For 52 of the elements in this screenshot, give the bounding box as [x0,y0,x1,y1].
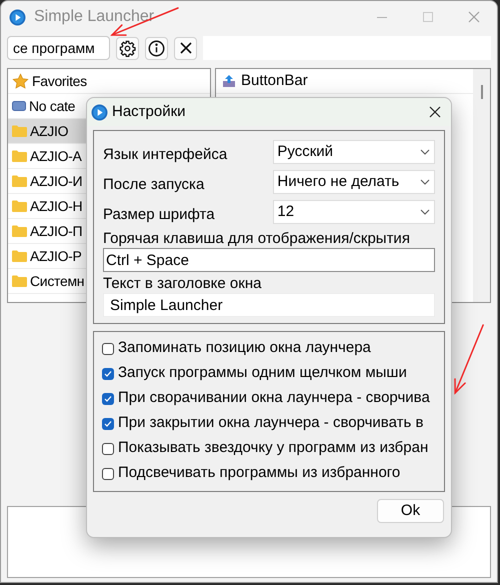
text-field[interactable]: Ctrl + Space [103,248,435,272]
settings-button[interactable] [116,36,139,60]
field-label: Горячая клавиша для отображения/скрытия [103,230,411,248]
ok-button[interactable]: Ok [377,499,444,523]
scrollbar[interactable] [473,69,490,302]
program-item[interactable]: ButtonBar [216,69,473,94]
category-item[interactable]: Favorites [8,69,210,94]
checkbox[interactable] [102,392,114,404]
folder-icon [12,200,27,212]
text-field[interactable]: Simple Launcher [103,293,435,317]
dialog-title: Настройки [112,102,186,122]
chevron-icon [420,209,430,215]
checkbox[interactable] [102,342,114,354]
checkbox-label: При закрытии окна лаунчера - сворчивать в [118,413,424,434]
setting-label: Размер шрифта [103,204,216,225]
folder-icon [12,275,27,287]
checkbox-label: Запоминать позицию окна лаунчера [118,338,371,358]
close-icon [180,42,192,54]
checkbox[interactable] [102,418,114,430]
setting-label: После запуска [103,174,206,195]
folder-icon [12,250,27,262]
checkbox[interactable] [102,368,114,380]
checkbox-label: Запуск программы одним щелчком мыши [118,363,407,384]
dropdown[interactable]: Русский [273,140,435,164]
field-label: Текст в заголовке окна [103,275,262,293]
star-icon [12,72,29,90]
checkbox[interactable] [102,442,114,454]
window-title: Simple Launcher [34,7,154,27]
folder-icon [12,150,27,162]
annotation-arrow [454,324,484,395]
settings-icon [119,40,136,56]
close-icon[interactable] [429,106,441,118]
play-logo-icon [9,8,26,26]
checkbox-label: При сворачивании окна лаунчера - сворчива [118,388,430,408]
info-icon [148,40,165,56]
play-logo-icon [91,104,108,120]
dropdown[interactable]: 12 [273,200,435,224]
setting-label: Язык интерфейса [103,144,228,165]
device-icon [12,100,26,112]
chevron-icon [420,179,430,185]
category-dropdown[interactable]: се программ [7,36,110,60]
folder-icon [12,225,27,237]
checkbox-label: Подсвечивать программы из избранного [118,463,400,484]
folder-icon [12,175,27,187]
clear-button[interactable] [174,36,197,60]
checkbox-label: Показывать звездочку у программ из избран [118,438,428,458]
info-button[interactable] [145,36,168,60]
checkbox[interactable] [102,468,114,480]
dropdown[interactable]: Ничего не делать [273,170,435,194]
upload-box-icon [222,74,236,88]
folder-icon [12,125,27,137]
chevron-icon [420,149,430,155]
